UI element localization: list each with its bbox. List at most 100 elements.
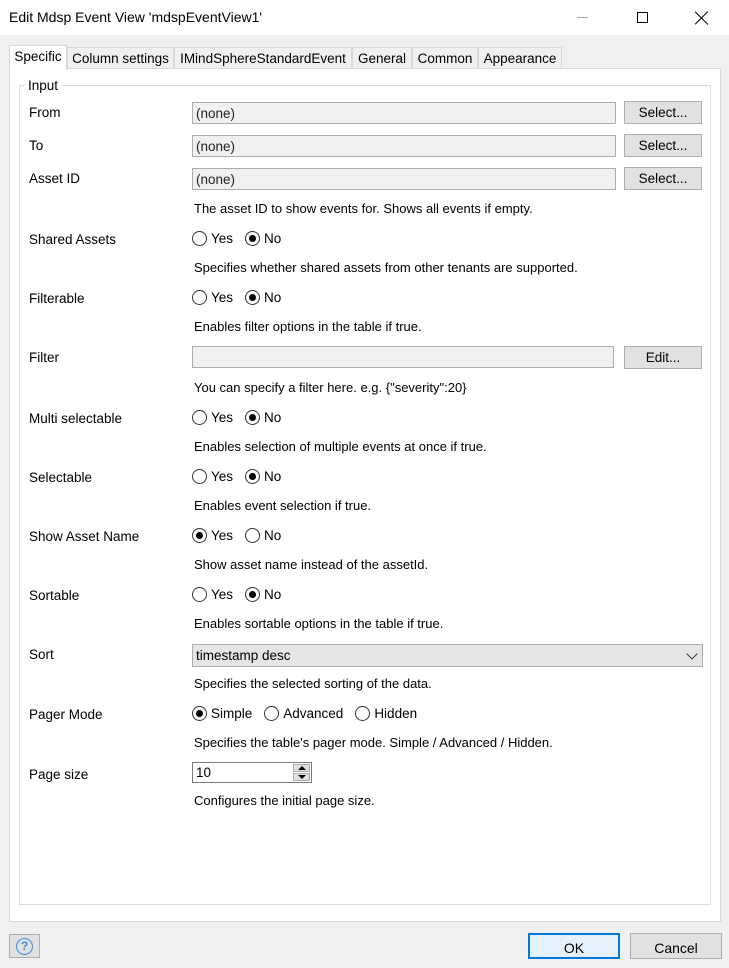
- sort-label: Sort: [29, 647, 54, 662]
- tab-specific[interactable]: Specific: [9, 45, 67, 70]
- shared-assets-no-label: No: [264, 231, 282, 246]
- maximize-button[interactable]: [619, 0, 665, 35]
- radio-checked-icon: [192, 528, 207, 543]
- sortable-description: Enables sortable options in the table if…: [194, 616, 444, 631]
- pager-mode-simple-label: Simple: [211, 706, 253, 721]
- shared-assets-description: Specifies whether shared assets from oth…: [194, 260, 578, 275]
- shared-assets-label: Shared Assets: [29, 232, 117, 247]
- arrow-up-icon: [297, 766, 306, 770]
- tab-column-settings[interactable]: Column settings: [67, 47, 174, 69]
- sortable-radio-group: Yes No: [192, 587, 293, 602]
- multi-selectable-yes-label: Yes: [211, 410, 234, 425]
- asset-id-select-button[interactable]: Select...: [624, 167, 702, 190]
- show-asset-name-radio-group: Yes No: [192, 528, 293, 543]
- sortable-yes-option[interactable]: Yes: [192, 587, 233, 602]
- group-legend: Input: [25, 78, 62, 93]
- radio-unchecked-icon: [192, 290, 207, 305]
- filter-field: [192, 346, 614, 368]
- selectable-yes-label: Yes: [211, 469, 234, 484]
- question-mark-icon: ?: [16, 937, 33, 955]
- maximize-icon: [636, 12, 648, 23]
- filterable-yes-option[interactable]: Yes: [192, 290, 233, 305]
- close-button[interactable]: [679, 0, 725, 35]
- radio-checked-icon: [245, 410, 261, 425]
- cancel-button[interactable]: Cancel: [630, 933, 722, 959]
- multi-selectable-yes-option[interactable]: Yes: [192, 410, 233, 425]
- filter-description: You can specify a filter here. e.g. {"se…: [194, 380, 467, 395]
- sortable-no-label: No: [264, 587, 282, 602]
- increment-button[interactable]: [293, 764, 310, 772]
- selectable-label: Selectable: [29, 470, 93, 485]
- radio-unchecked-icon: [192, 410, 207, 425]
- tab-appearance[interactable]: Appearance: [478, 47, 562, 69]
- to-label: To: [29, 138, 44, 153]
- filterable-yes-label: Yes: [211, 290, 234, 305]
- selectable-no-option[interactable]: No: [245, 469, 281, 484]
- filterable-label: Filterable: [29, 291, 85, 306]
- radio-unchecked-icon: [355, 706, 371, 721]
- radio-checked-icon: [192, 706, 207, 721]
- from-field: (none): [192, 102, 616, 124]
- to-select-button[interactable]: Select...: [624, 134, 702, 157]
- multi-selectable-description: Enables selection of multiple events at …: [194, 439, 487, 454]
- tab-imindsphere-standard-event[interactable]: IMindSphereStandardEvent: [174, 47, 352, 69]
- show-asset-name-description: Show asset name instead of the assetId.: [194, 557, 429, 572]
- filter-edit-button[interactable]: Edit...: [624, 346, 702, 369]
- multi-selectable-no-option[interactable]: No: [245, 410, 281, 425]
- from-label: From: [29, 105, 61, 120]
- close-icon: [695, 11, 709, 25]
- pager-mode-simple-option[interactable]: Simple: [192, 706, 252, 721]
- radio-checked-icon: [245, 290, 261, 305]
- decrement-button[interactable]: [293, 773, 310, 781]
- show-asset-name-label: Show Asset Name: [29, 529, 140, 544]
- title-bar: Edit Mdsp Event View 'mdspEventView1': [0, 0, 729, 35]
- radio-unchecked-icon: [192, 587, 207, 602]
- shared-assets-no-option[interactable]: No: [245, 231, 281, 246]
- sort-select[interactable]: timestamp desc: [192, 644, 703, 667]
- minimize-button[interactable]: [559, 0, 605, 35]
- selectable-description: Enables event selection if true.: [194, 498, 372, 513]
- pager-mode-advanced-option[interactable]: Advanced: [264, 706, 343, 721]
- radio-checked-icon: [245, 469, 261, 484]
- filterable-no-option[interactable]: No: [245, 290, 281, 305]
- show-asset-name-yes-label: Yes: [211, 528, 234, 543]
- pager-mode-advanced-label: Advanced: [283, 706, 344, 721]
- tab-general[interactable]: General: [352, 47, 412, 69]
- radio-unchecked-icon: [245, 528, 261, 543]
- pager-mode-hidden-label: Hidden: [374, 706, 418, 721]
- pager-mode-hidden-option[interactable]: Hidden: [355, 706, 417, 721]
- ok-button[interactable]: OK: [528, 933, 620, 959]
- shared-assets-radio-group: Yes No: [192, 231, 293, 246]
- radio-checked-icon: [245, 587, 261, 602]
- pager-mode-description: Specifies the table's pager mode. Simple…: [194, 735, 553, 750]
- sort-selected-value: timestamp desc: [196, 648, 291, 663]
- sortable-label: Sortable: [29, 588, 80, 603]
- arrow-down-icon: [297, 775, 306, 779]
- page-size-label: Page size: [29, 767, 89, 782]
- selectable-yes-option[interactable]: Yes: [192, 469, 233, 484]
- from-select-button[interactable]: Select...: [624, 101, 702, 124]
- asset-id-description: The asset ID to show events for. Shows a…: [194, 201, 533, 216]
- window-title: Edit Mdsp Event View 'mdspEventView1': [9, 9, 263, 25]
- stepper-buttons: [293, 764, 310, 781]
- pager-mode-label: Pager Mode: [29, 707, 103, 722]
- filter-label: Filter: [29, 350, 59, 365]
- sortable-no-option[interactable]: No: [245, 587, 281, 602]
- tab-common[interactable]: Common: [412, 47, 478, 69]
- shared-assets-yes-option[interactable]: Yes: [192, 231, 233, 246]
- page-size-stepper[interactable]: 10: [192, 762, 312, 783]
- page-size-value: 10: [196, 765, 212, 780]
- asset-id-label: Asset ID: [29, 171, 81, 186]
- filterable-description: Enables filter options in the table if t…: [194, 319, 422, 334]
- sort-description: Specifies the selected sorting of the da…: [194, 676, 432, 691]
- radio-unchecked-icon: [264, 706, 280, 721]
- radio-unchecked-icon: [192, 231, 207, 246]
- filterable-radio-group: Yes No: [192, 290, 293, 305]
- show-asset-name-no-label: No: [264, 528, 282, 543]
- show-asset-name-yes-option[interactable]: Yes: [192, 528, 233, 543]
- show-asset-name-no-option[interactable]: No: [245, 528, 281, 543]
- dialog-window: Edit Mdsp Event View 'mdspEventView1' Sp…: [0, 0, 729, 968]
- to-field: (none): [192, 135, 616, 157]
- help-button[interactable]: ?: [9, 934, 40, 958]
- selectable-radio-group: Yes No: [192, 469, 293, 484]
